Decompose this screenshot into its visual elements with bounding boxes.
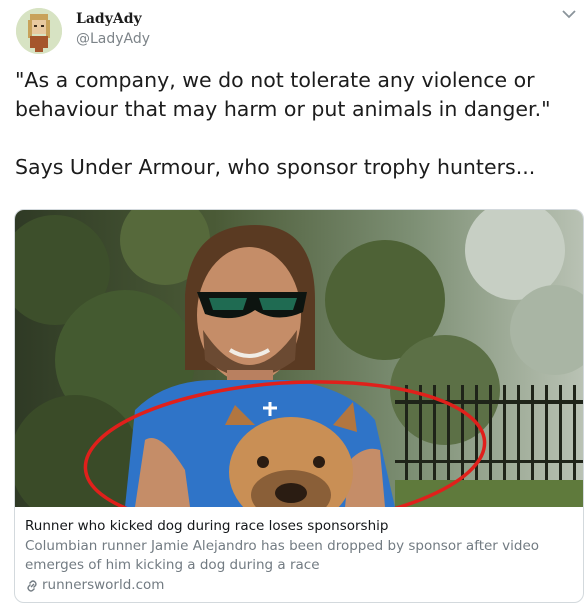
chevron-down-icon[interactable] xyxy=(561,8,577,20)
link-icon xyxy=(27,579,37,592)
author-info[interactable]: LadyAdy @LadyAdy xyxy=(76,11,150,49)
avatar[interactable] xyxy=(16,8,62,54)
display-name[interactable]: LadyAdy xyxy=(76,11,150,28)
card-title[interactable]: Runner who kicked dog during race loses … xyxy=(25,517,573,535)
avatar-image xyxy=(16,8,62,54)
card-domain-text[interactable]: runnersworld.com xyxy=(42,576,164,595)
link-card[interactable]: Runner who kicked dog during race loses … xyxy=(14,209,584,603)
user-handle[interactable]: @LadyAdy xyxy=(76,30,150,49)
tweet-text: "As a company, we do not tolerate any vi… xyxy=(15,68,551,179)
card-description: Columbian runner Jamie Alejandro has bee… xyxy=(25,538,540,573)
card-image[interactable] xyxy=(15,210,583,507)
card-domain[interactable]: runnersworld.com xyxy=(25,576,573,595)
